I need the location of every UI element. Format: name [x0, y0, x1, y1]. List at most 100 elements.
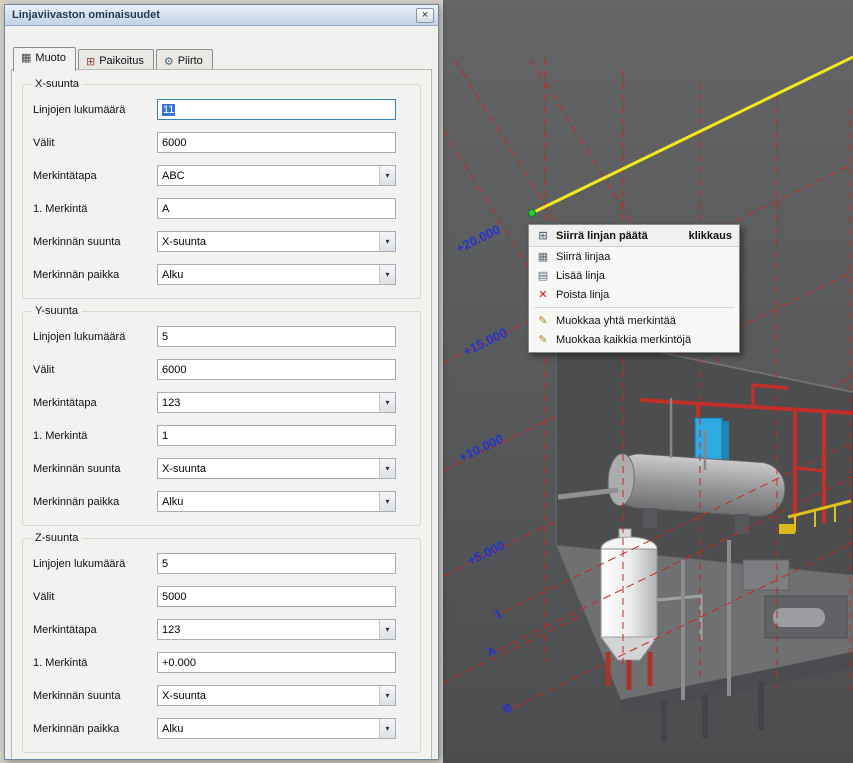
field-row: Merkintätapa 123▾ — [33, 392, 396, 413]
field-label: Linjojen lukumäärä — [33, 331, 157, 343]
field-row: Merkintätapa ABC▾ — [33, 165, 396, 186]
field-row: Merkinnän suunta X-suunta▾ — [33, 231, 396, 252]
chevron-down-icon: ▾ — [379, 265, 395, 284]
line-end-handle[interactable] — [529, 210, 536, 217]
equipment-box[interactable] — [743, 560, 789, 590]
dialog-title: Linjaviivaston ominaisuudet — [12, 9, 416, 21]
x-line-count-input[interactable]: 11 — [157, 99, 396, 120]
field-label: Merkinnän paikka — [33, 269, 157, 281]
group-y-suunta: Y-suunta Linjojen lukumäärä 5 Välit 6000… — [22, 311, 421, 526]
menu-item-add-line[interactable]: ▤ Lisää linja — [529, 266, 739, 285]
field-label: 1. Merkintä — [33, 430, 157, 442]
menu-item-move-line[interactable]: ▦ Siirrä linjaa — [529, 247, 739, 266]
field-row: Linjojen lukumäärä 5 — [33, 553, 396, 574]
tab-muoto[interactable]: ▦ Muoto — [13, 47, 76, 71]
menu-item-edit-all-labels[interactable]: ✎ Muokkaa kaikkia merkintöjä — [529, 330, 739, 349]
field-row: 1. Merkintä +0.000 — [33, 652, 396, 673]
z-spacing-input[interactable]: 5000 — [157, 586, 396, 607]
field-row: Linjojen lukumäärä 11 — [33, 99, 396, 120]
add-line-icon: ▤ — [536, 269, 550, 282]
grid-properties-dialog: Linjaviivaston ominaisuudet × ▦ Muoto ⊞ … — [4, 4, 439, 760]
field-row: Merkinnän suunta X-suunta▾ — [33, 458, 396, 479]
delete-line-icon: ✕ — [536, 288, 550, 301]
menu-separator — [534, 307, 734, 308]
x-label-type-select[interactable]: ABC▾ — [157, 165, 396, 186]
field-label: Merkinnän suunta — [33, 690, 157, 702]
field-row: 1. Merkintä A — [33, 198, 396, 219]
field-row: Merkinnän paikka Alku▾ — [33, 491, 396, 512]
field-row: Välit 6000 — [33, 359, 396, 380]
vertical-vessel[interactable] — [601, 529, 657, 690]
field-row: Välit 5000 — [33, 586, 396, 607]
chevron-down-icon: ▾ — [379, 620, 395, 639]
field-row: Merkinnän paikka Alku▾ — [33, 264, 396, 285]
blue-cabinet-side — [722, 421, 729, 462]
tab-label: Paikoitus — [99, 55, 144, 67]
field-label: Välit — [33, 591, 157, 603]
menu-shortcut: klikkaus — [689, 230, 732, 242]
field-label: Välit — [33, 137, 157, 149]
field-label: Välit — [33, 364, 157, 376]
tab-strip: ▦ Muoto ⊞ Paikoitus ⚙ Piirto — [5, 26, 438, 71]
edit-label-icon: ✎ — [536, 314, 550, 327]
z-first-label-input[interactable]: +0.000 — [157, 652, 396, 673]
close-button[interactable]: × — [416, 8, 434, 23]
group-title: Y-suunta — [31, 305, 82, 317]
field-row: 1. Merkintä 1 — [33, 425, 396, 446]
tank-saddle — [735, 514, 749, 534]
field-label: Merkintätapa — [33, 624, 157, 636]
x-spacing-input[interactable]: 6000 — [157, 132, 396, 153]
y-spacing-input[interactable]: 6000 — [157, 359, 396, 380]
tank-saddle — [643, 508, 657, 528]
z-label-direction-select[interactable]: X-suunta▾ — [157, 685, 396, 706]
menu-item-delete-line[interactable]: ✕ Poista linja — [529, 285, 739, 304]
y-first-label-input[interactable]: 1 — [157, 425, 396, 446]
field-label: Merkintätapa — [33, 397, 157, 409]
field-label: Linjojen lukumäärä — [33, 558, 157, 570]
y-label-type-select[interactable]: 123▾ — [157, 392, 396, 413]
x-label-position-select[interactable]: Alku▾ — [157, 264, 396, 285]
placement-icon: ⊞ — [86, 55, 95, 68]
menu-item-move-line-end[interactable]: ⊞ Siirrä linjan päätä klikkaus — [529, 225, 739, 247]
yellow-step — [779, 524, 795, 534]
pump-body — [773, 608, 825, 627]
chevron-down-icon: ▾ — [379, 459, 395, 478]
field-label: Merkinnän paikka — [33, 723, 157, 735]
z-line-count-input[interactable]: 5 — [157, 553, 396, 574]
menu-title: Siirrä linjan päätä — [556, 230, 648, 242]
field-label: 1. Merkintä — [33, 203, 157, 215]
chevron-down-icon: ▾ — [379, 492, 395, 511]
y-label-position-select[interactable]: Alku▾ — [157, 491, 396, 512]
field-row: Merkintätapa 123▾ — [33, 619, 396, 640]
grid-context-menu: ⊞ Siirrä linjan päätä klikkaus ▦ Siirrä … — [528, 224, 740, 353]
x-label-direction-select[interactable]: X-suunta▾ — [157, 231, 396, 252]
chevron-down-icon: ▾ — [379, 166, 395, 185]
field-label: Merkinnän suunta — [33, 236, 157, 248]
group-title: X-suunta — [31, 78, 83, 90]
field-row: Merkinnän suunta X-suunta▾ — [33, 685, 396, 706]
z-label-position-select[interactable]: Alku▾ — [157, 718, 396, 739]
field-row: Välit 6000 — [33, 132, 396, 153]
chevron-down-icon: ▾ — [379, 232, 395, 251]
field-row: Linjojen lukumäärä 5 — [33, 326, 396, 347]
y-label-direction-select[interactable]: X-suunta▾ — [157, 458, 396, 479]
menu-item-edit-one-label[interactable]: ✎ Muokkaa yhtä merkintää — [529, 311, 739, 330]
chevron-down-icon: ▾ — [379, 393, 395, 412]
field-row: Merkinnän paikka Alku▾ — [33, 718, 396, 739]
field-label: Linjojen lukumäärä — [33, 104, 157, 116]
gear-icon: ⚙ — [164, 55, 174, 68]
blue-cabinet[interactable] — [695, 418, 722, 460]
x-first-label-input[interactable]: A — [157, 198, 396, 219]
model-viewport[interactable]: +20.000 +15.000 +10.000 +5.000 1 A B — [443, 0, 853, 763]
y-line-count-input[interactable]: 5 — [157, 326, 396, 347]
chevron-down-icon: ▾ — [379, 719, 395, 738]
tab-label: Piirto — [178, 55, 203, 67]
tab-label: Muoto — [35, 52, 66, 64]
dialog-titlebar[interactable]: Linjaviivaston ominaisuudet × — [5, 5, 438, 26]
application-window: +20.000 +15.000 +10.000 +5.000 1 A B Lin… — [0, 0, 853, 763]
group-z-suunta: Z-suunta Linjojen lukumäärä 5 Välit 5000… — [22, 538, 421, 753]
z-label-type-select[interactable]: 123▾ — [157, 619, 396, 640]
field-label: 1. Merkintä — [33, 657, 157, 669]
field-label: Merkinnän suunta — [33, 463, 157, 475]
grid-icon: ▦ — [21, 51, 31, 64]
